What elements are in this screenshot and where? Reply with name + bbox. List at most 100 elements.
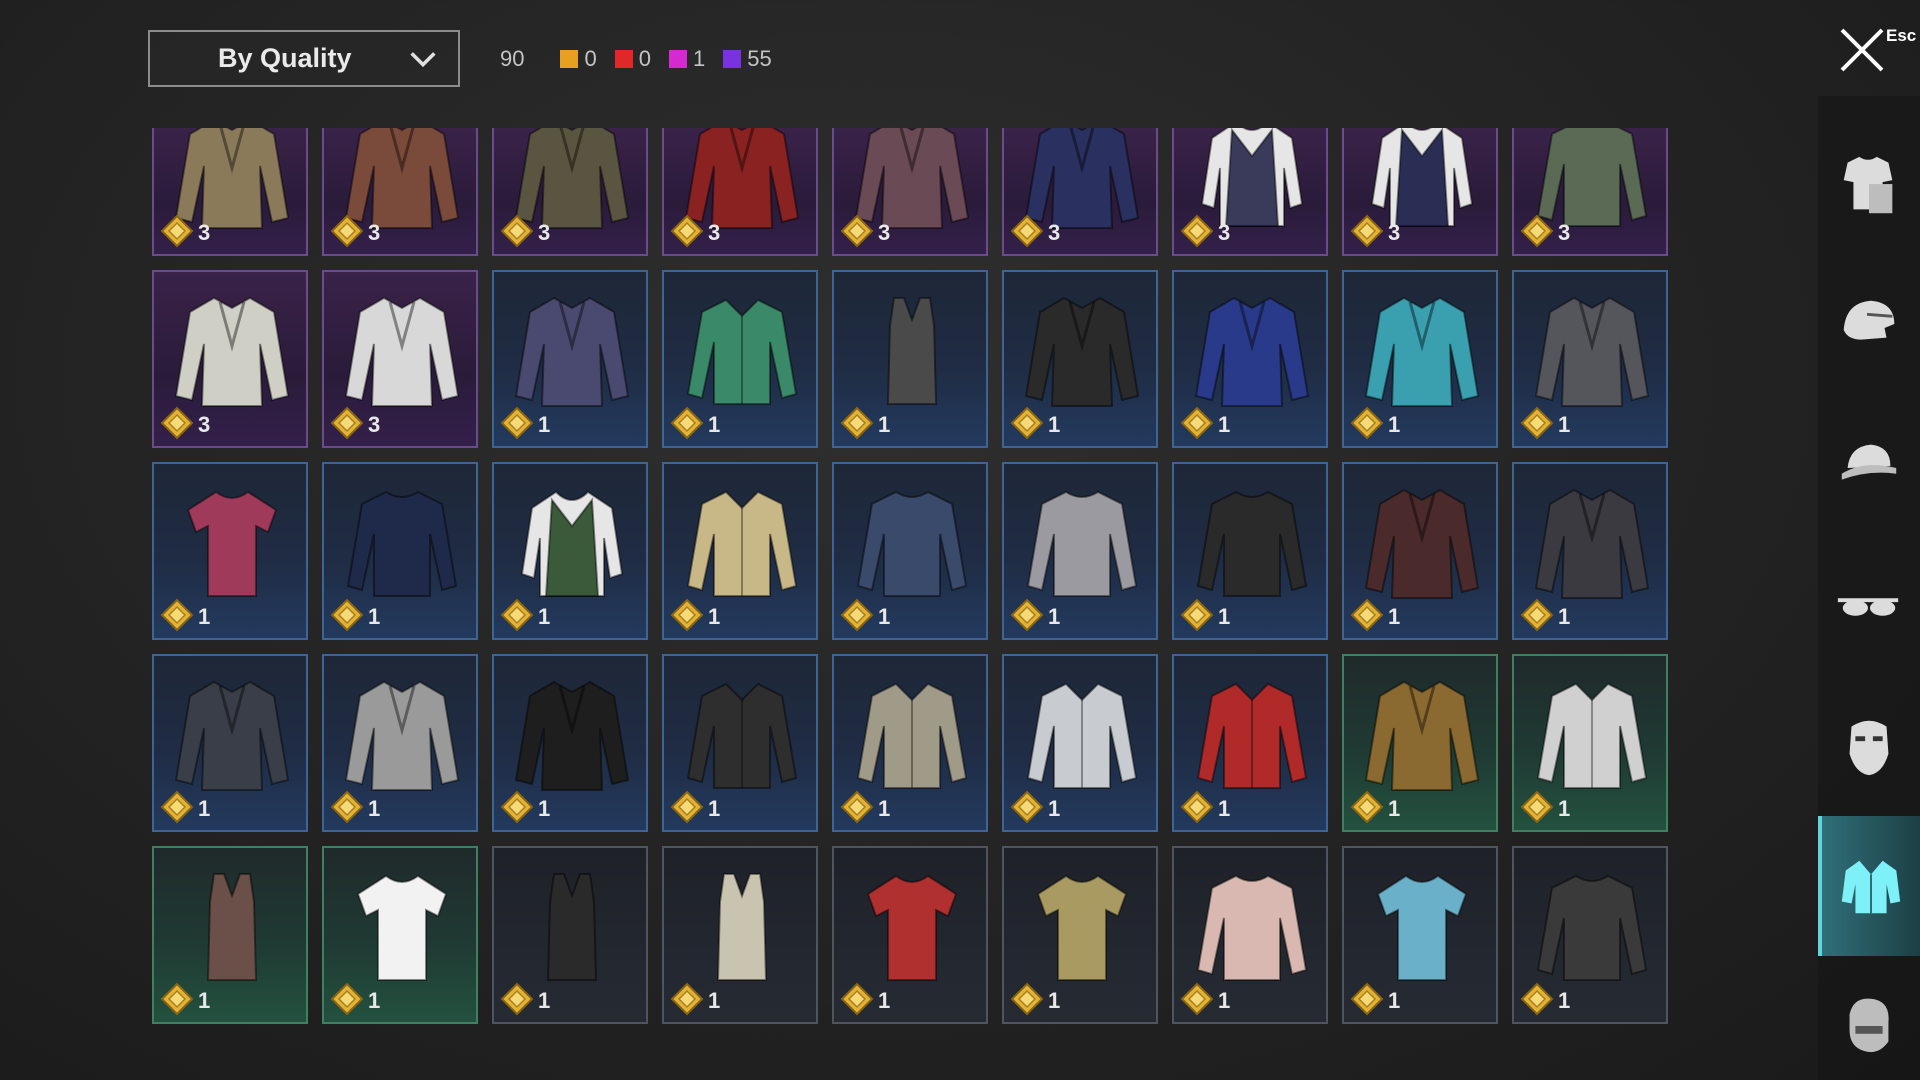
item-slot[interactable]: 1 bbox=[1512, 846, 1668, 1024]
coin-icon bbox=[840, 598, 874, 632]
item-slot[interactable]: 1 bbox=[1342, 846, 1498, 1024]
category-sidebar bbox=[1818, 96, 1920, 1080]
item-slot[interactable]: 1 bbox=[492, 654, 648, 832]
shirt-icon bbox=[856, 682, 968, 789]
item-slot[interactable]: 1 bbox=[1172, 270, 1328, 448]
coin-icon bbox=[330, 598, 364, 632]
item-slot[interactable]: 1 bbox=[1002, 462, 1158, 640]
item-quantity: 1 bbox=[368, 988, 381, 1013]
coin-icon bbox=[330, 214, 364, 248]
jacket-icon bbox=[174, 296, 290, 407]
item-quantity: 1 bbox=[1388, 988, 1401, 1013]
item-slot[interactable]: 3 bbox=[1342, 128, 1498, 256]
item-slot[interactable]: 1 bbox=[492, 846, 648, 1024]
item-slot[interactable]: 1 bbox=[1172, 654, 1328, 832]
item-slot[interactable]: 1 bbox=[1512, 654, 1668, 832]
coin-icon bbox=[330, 790, 364, 824]
item-slot[interactable]: 1 bbox=[1342, 462, 1498, 640]
item-slot[interactable]: 3 bbox=[152, 270, 308, 448]
close-button[interactable]: Esc bbox=[1830, 18, 1920, 76]
category-tab-face[interactable] bbox=[1818, 956, 1920, 1080]
item-slot[interactable]: 3 bbox=[1172, 128, 1328, 256]
category-tab-hat[interactable] bbox=[1818, 396, 1920, 536]
outfit-icon bbox=[1843, 156, 1893, 214]
item-quantity: 3 bbox=[538, 220, 551, 245]
quality-swatch-pink bbox=[668, 50, 687, 68]
item-slot[interactable]: 3 bbox=[492, 128, 648, 256]
item-slot[interactable]: 1 bbox=[662, 846, 818, 1024]
coin-icon bbox=[500, 406, 534, 440]
item-slot[interactable]: 1 bbox=[492, 270, 648, 448]
quality-count-value: 0 bbox=[584, 46, 597, 71]
item-slot[interactable]: 3 bbox=[1002, 128, 1158, 256]
coin-icon bbox=[670, 598, 704, 632]
inventory-grid: 3 3 3 3 3 3 3 3 3 3 3 1 1 1 1 1 1 1 1 1 … bbox=[152, 128, 1668, 1024]
tank-icon bbox=[716, 873, 768, 981]
item-slot[interactable]: 1 bbox=[152, 462, 308, 640]
item-slot[interactable]: 1 bbox=[1172, 462, 1328, 640]
item-quantity: 1 bbox=[1048, 412, 1061, 437]
item-slot[interactable]: 1 bbox=[492, 462, 648, 640]
item-quantity: 1 bbox=[1218, 604, 1231, 629]
chevron-down-icon bbox=[410, 51, 436, 67]
coin-icon bbox=[160, 598, 194, 632]
item-slot[interactable]: 3 bbox=[322, 270, 478, 448]
item-slot[interactable]: 1 bbox=[832, 846, 988, 1024]
item-slot[interactable]: 1 bbox=[1002, 270, 1158, 448]
category-tab-glasses[interactable] bbox=[1818, 536, 1920, 676]
sort-dropdown[interactable]: By Quality bbox=[148, 30, 460, 87]
item-quantity: 1 bbox=[198, 796, 211, 821]
item-slot[interactable]: 1 bbox=[322, 846, 478, 1024]
item-slot[interactable]: 1 bbox=[1512, 270, 1668, 448]
item-slot[interactable]: 1 bbox=[832, 462, 988, 640]
category-tab-mask[interactable] bbox=[1818, 676, 1920, 816]
item-slot[interactable]: 1 bbox=[1002, 846, 1158, 1024]
item-slot[interactable]: 3 bbox=[832, 128, 988, 256]
item-slot[interactable]: 1 bbox=[832, 270, 988, 448]
item-quantity: 3 bbox=[1388, 220, 1401, 245]
category-tab-top[interactable] bbox=[1818, 816, 1920, 956]
item-slot[interactable]: 1 bbox=[152, 654, 308, 832]
item-slot[interactable]: 1 bbox=[1172, 846, 1328, 1024]
category-tab-helmet[interactable] bbox=[1818, 256, 1920, 396]
item-quantity: 3 bbox=[368, 412, 381, 437]
item-slot[interactable]: 1 bbox=[322, 654, 478, 832]
item-quantity: 3 bbox=[1558, 220, 1571, 245]
jacket-icon bbox=[514, 680, 630, 791]
shirt-icon bbox=[1196, 682, 1308, 789]
item-quantity: 1 bbox=[1048, 604, 1061, 629]
item-quantity: 1 bbox=[1558, 796, 1571, 821]
item-slot[interactable]: 1 bbox=[152, 846, 308, 1024]
item-quantity: 1 bbox=[708, 604, 721, 629]
item-quantity: 1 bbox=[708, 412, 721, 437]
item-slot[interactable]: 3 bbox=[152, 128, 308, 256]
item-quantity: 1 bbox=[368, 604, 381, 629]
item-slot[interactable]: 1 bbox=[1342, 270, 1498, 448]
coin-icon bbox=[160, 982, 194, 1016]
coin-icon bbox=[1010, 982, 1044, 1016]
quality-count-pink: 1 bbox=[668, 46, 705, 72]
category-tab-outfit[interactable] bbox=[1818, 116, 1920, 256]
sweater-icon bbox=[1196, 490, 1308, 597]
coin-icon bbox=[1520, 790, 1554, 824]
item-slot[interactable]: 1 bbox=[1342, 654, 1498, 832]
item-slot[interactable]: 1 bbox=[322, 462, 478, 640]
item-quantity: 1 bbox=[1218, 412, 1231, 437]
item-slot[interactable]: 1 bbox=[662, 462, 818, 640]
item-slot[interactable]: 3 bbox=[1512, 128, 1668, 256]
coin-icon bbox=[1350, 214, 1384, 248]
jacket-icon bbox=[344, 296, 460, 407]
item-slot[interactable]: 1 bbox=[662, 270, 818, 448]
item-slot[interactable]: 1 bbox=[1002, 654, 1158, 832]
item-slot[interactable]: 1 bbox=[832, 654, 988, 832]
item-quantity: 1 bbox=[878, 412, 891, 437]
coin-icon bbox=[500, 790, 534, 824]
item-quantity: 1 bbox=[708, 796, 721, 821]
item-slot[interactable]: 3 bbox=[662, 128, 818, 256]
item-slot[interactable]: 1 bbox=[1512, 462, 1668, 640]
item-slot[interactable]: 3 bbox=[322, 128, 478, 256]
coin-icon bbox=[840, 982, 874, 1016]
item-quantity: 1 bbox=[1218, 988, 1231, 1013]
coin-icon bbox=[160, 406, 194, 440]
item-slot[interactable]: 1 bbox=[662, 654, 818, 832]
